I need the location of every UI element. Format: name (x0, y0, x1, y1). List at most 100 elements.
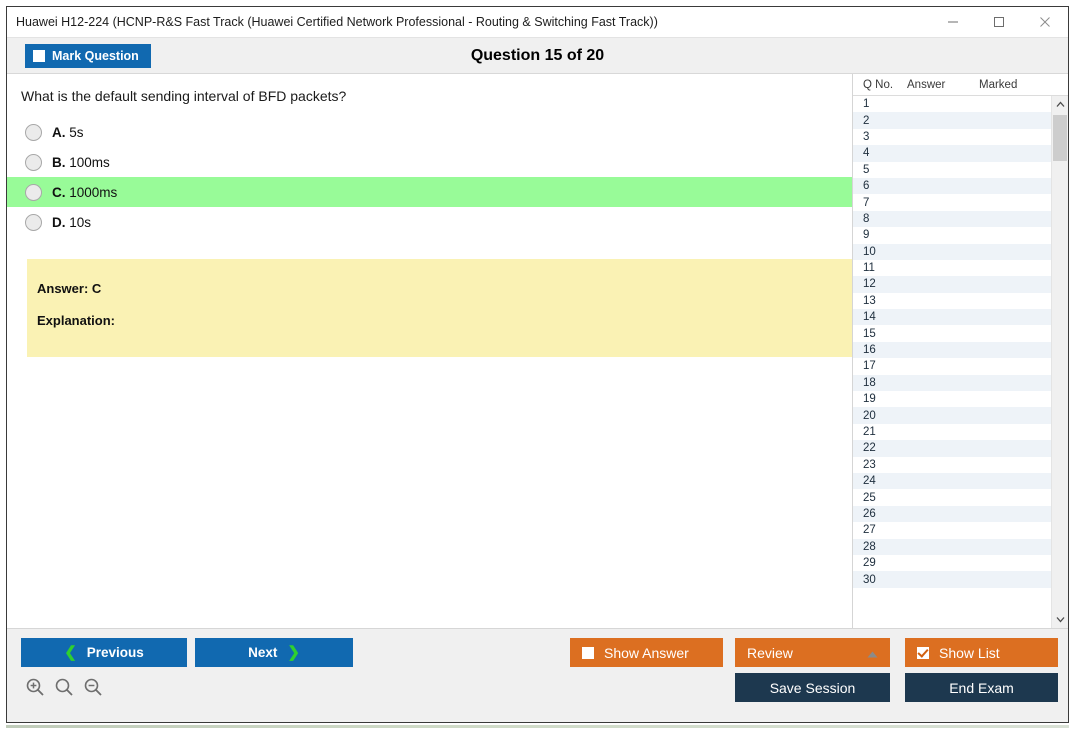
question-list-row[interactable]: 2 (853, 112, 1051, 129)
option-row[interactable]: C. 1000ms (7, 177, 852, 207)
option-row[interactable]: A. 5s (7, 117, 852, 147)
cell-question-number: 24 (863, 475, 876, 488)
option-row[interactable]: B. 100ms (7, 147, 852, 177)
question-list-row[interactable]: 1 (853, 96, 1051, 113)
question-text: What is the default sending interval of … (21, 88, 347, 104)
question-list-panel: Q No. Answer Marked 1 2 3 4 5 6 7 8 9 10 11 12 13 14 1… (853, 74, 1068, 628)
column-header-answer: Answer (907, 78, 946, 91)
option-radio[interactable] (25, 183, 42, 201)
chevron-right-icon: ❯ (287, 644, 300, 661)
option-text: 10s (69, 214, 92, 230)
cell-question-number: 2 (863, 114, 870, 127)
window-controls (930, 7, 1068, 37)
question-list-row[interactable]: 20 (853, 407, 1051, 424)
cell-question-number: 26 (863, 507, 876, 520)
cell-question-number: 7 (863, 196, 870, 209)
end-exam-button[interactable]: End Exam (905, 673, 1058, 702)
mark-question-checkbox[interactable] (33, 49, 45, 62)
cell-question-number: 16 (863, 344, 876, 357)
question-list-row[interactable]: 8 (853, 210, 1051, 228)
question-list-row[interactable]: 24 (853, 472, 1051, 490)
save-session-button[interactable]: Save Session (735, 673, 890, 702)
question-list-row[interactable]: 18 (853, 374, 1051, 392)
question-list-row[interactable]: 10 (853, 243, 1051, 260)
question-list-row[interactable]: 16 (853, 341, 1051, 359)
cell-question-number: 5 (863, 163, 870, 176)
question-list-row[interactable]: 17 (853, 358, 1051, 375)
minimize-icon[interactable] (930, 7, 976, 37)
question-list-row[interactable]: 23 (853, 456, 1051, 473)
option-label: D. 10s (52, 215, 91, 230)
show-list-button[interactable]: Show List (905, 638, 1058, 667)
cell-question-number: 3 (863, 130, 870, 143)
question-list-row[interactable]: 29 (853, 554, 1051, 572)
cell-question-number: 17 (863, 360, 876, 373)
option-radio[interactable] (25, 153, 42, 171)
zoom-icon[interactable] (54, 677, 74, 702)
option-radio[interactable] (25, 123, 42, 141)
cell-question-number: 28 (863, 540, 876, 553)
application-window: Huawei H12-224 (HCNP-R&S Fast Track (Hua… (6, 6, 1069, 723)
previous-button[interactable]: ❮ Previous (21, 638, 187, 667)
options-list: A. 5s B. 100ms C. 1000ms D. 10s (7, 117, 852, 237)
question-list-row[interactable]: 25 (853, 489, 1051, 506)
option-row[interactable]: D. 10s (7, 207, 852, 237)
question-list-row[interactable]: 21 (853, 423, 1051, 441)
mark-question-button[interactable]: Mark Question (25, 43, 151, 68)
scrollbar-thumb[interactable] (1053, 115, 1067, 161)
cell-question-number: 12 (863, 278, 876, 291)
window-title: Huawei H12-224 (HCNP-R&S Fast Track (Hua… (16, 15, 658, 29)
option-letter: D. (52, 214, 66, 230)
option-radio[interactable] (25, 213, 42, 231)
answer-label: Answer: C (37, 281, 102, 296)
cell-question-number: 14 (863, 311, 876, 324)
mark-question-label: Mark Question (52, 48, 139, 63)
question-list-row[interactable]: 5 (853, 161, 1051, 178)
cell-question-number: 11 (863, 262, 875, 275)
column-header-marked: Marked (979, 78, 1018, 91)
question-list-row[interactable]: 3 (853, 128, 1051, 146)
question-list-row[interactable]: 11 (853, 259, 1051, 277)
show-answer-checkbox[interactable] (582, 646, 594, 659)
question-list-row[interactable]: 30 (853, 571, 1051, 588)
show-answer-button[interactable]: Show Answer (570, 638, 723, 667)
close-icon[interactable] (1022, 7, 1068, 37)
question-counter: Question 15 of 20 (470, 46, 605, 64)
option-label: B. 100ms (52, 155, 110, 170)
show-list-checkbox[interactable] (917, 646, 929, 659)
cell-question-number: 9 (863, 229, 870, 242)
chevron-down-icon[interactable] (1052, 611, 1068, 628)
cell-question-number: 25 (863, 491, 876, 504)
question-list-row[interactable]: 28 (853, 538, 1051, 555)
option-letter: B. (52, 154, 66, 170)
cell-question-number: 21 (863, 426, 876, 438)
question-list-scrollbar[interactable] (1051, 96, 1068, 628)
question-list-row[interactable]: 15 (853, 325, 1051, 342)
question-list-row[interactable]: 27 (853, 522, 1051, 539)
question-list-row[interactable]: 6 (853, 177, 1051, 195)
cell-question-number: 20 (863, 409, 876, 422)
question-list-row[interactable]: 22 (853, 440, 1051, 457)
question-list-row[interactable]: 26 (853, 505, 1051, 523)
question-list-row[interactable]: 4 (853, 145, 1051, 162)
maximize-icon[interactable] (976, 7, 1022, 37)
zoom-tools (25, 677, 103, 702)
option-label: C. 1000ms (52, 185, 117, 200)
next-button[interactable]: Next ❯ (195, 638, 353, 667)
question-list-row[interactable]: 13 (853, 292, 1051, 310)
chevron-up-icon[interactable] (1052, 96, 1068, 113)
question-pane: What is the default sending interval of … (7, 74, 853, 628)
question-list-row[interactable]: 14 (853, 309, 1051, 326)
question-list-row[interactable]: 9 (853, 227, 1051, 244)
question-list-row[interactable]: 12 (853, 276, 1051, 293)
cell-question-number: 19 (863, 393, 876, 406)
question-list-rows: 1 2 3 4 5 6 7 8 9 10 11 12 13 14 15 16 17 18 19 20 21 22 23 24 2… (853, 96, 1051, 628)
review-dropdown[interactable]: Review (735, 638, 890, 667)
review-label: Review (747, 644, 793, 661)
question-list-row[interactable]: 19 (853, 391, 1051, 408)
zoom-in-icon[interactable] (25, 677, 45, 702)
question-list-row[interactable]: 7 (853, 194, 1051, 211)
zoom-out-icon[interactable] (83, 677, 103, 702)
column-header-qno: Q No. (863, 78, 894, 91)
cell-question-number: 30 (863, 573, 876, 586)
